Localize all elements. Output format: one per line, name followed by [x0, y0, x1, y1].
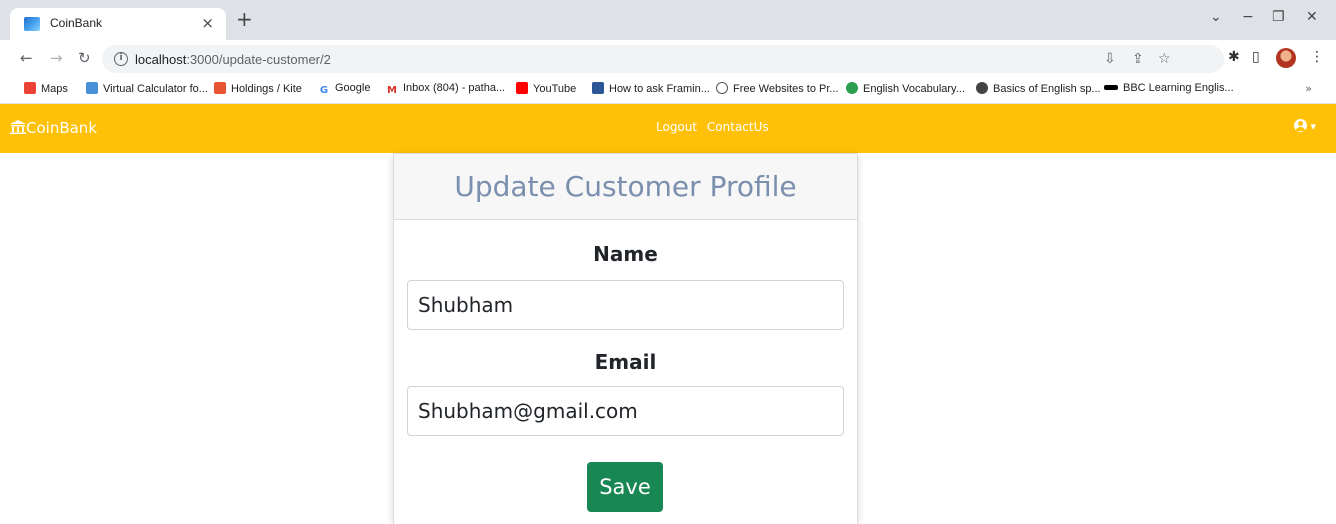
restore-icon[interactable]: ❐ — [1272, 9, 1285, 25]
bookmark-star-icon[interactable]: ☆ — [1158, 51, 1171, 67]
bookmark-item[interactable]: Free Websites to Pr... — [716, 82, 839, 95]
url-text[interactable]: localhost:3000/update-customer/2 — [135, 52, 331, 67]
bookmarks-overflow-icon[interactable]: » — [1305, 82, 1312, 95]
bookmark-item[interactable]: BBC Learning Englis... — [1104, 82, 1234, 94]
bookmark-item[interactable]: Maps — [24, 82, 68, 95]
update-profile-card: Update Customer Profile Name Shubham Ema… — [393, 153, 858, 524]
page-title: Update Customer Profile — [454, 170, 797, 203]
google-icon: G — [319, 85, 329, 96]
gmail-icon: M — [387, 85, 397, 96]
bookmark-label: English Vocabulary... — [863, 83, 965, 95]
nav-contactus[interactable]: ContactUs — [707, 120, 769, 134]
bookmark-item[interactable]: English Vocabulary... — [846, 82, 965, 95]
name-label: Name — [593, 242, 658, 266]
bookmark-label: How to ask Framin... — [609, 83, 710, 95]
bookmark-item[interactable]: M Inbox (804) - patha... — [386, 82, 505, 97]
bookmark-item[interactable]: Basics of English sp... — [976, 82, 1101, 95]
bookmark-label: Google — [335, 82, 371, 94]
url-host: localhost — [135, 52, 187, 67]
address-bar[interactable]: i localhost:3000/update-customer/2 ⇩ ⇪ ☆ — [102, 45, 1224, 73]
maps-icon — [24, 82, 36, 94]
bookmark-label: BBC Learning Englis... — [1123, 82, 1234, 94]
app-navbar: CoinBank Logout ContactUs ▾ — [0, 104, 1336, 153]
extensions-icon[interactable]: ✱ — [1228, 49, 1240, 65]
globe-icon — [976, 82, 988, 94]
globe-icon — [846, 82, 858, 94]
nav-logout[interactable]: Logout — [656, 120, 697, 134]
site-info-icon[interactable]: i — [114, 52, 128, 66]
card-header: Update Customer Profile — [394, 154, 857, 220]
browser-tab[interactable]: CoinBank × — [10, 8, 226, 40]
back-icon[interactable]: ← — [20, 49, 33, 67]
name-field[interactable]: Shubham — [407, 280, 844, 330]
chevron-down-icon: ▾ — [1310, 120, 1316, 133]
bookmark-item[interactable]: Holdings / Kite — [214, 82, 302, 95]
bookmark-label: Basics of English sp... — [993, 83, 1101, 95]
email-label: Email — [594, 350, 657, 374]
youtube-icon — [516, 82, 528, 94]
install-app-icon[interactable]: ⇩ — [1104, 51, 1116, 67]
browser-toolbar: ← → ↻ i localhost:3000/update-customer/2… — [0, 40, 1336, 76]
bookmarks-bar: Maps Virtual Calculator fo... Holdings /… — [0, 76, 1336, 104]
kite-icon — [214, 82, 226, 94]
bookmark-label: Holdings / Kite — [231, 83, 302, 95]
reload-icon[interactable]: ↻ — [78, 49, 91, 67]
globe-icon — [716, 82, 728, 94]
framer-icon — [592, 82, 604, 94]
url-path: :3000/update-customer/2 — [186, 52, 331, 67]
tab-title: CoinBank — [50, 16, 103, 30]
coinbank-favicon-icon — [24, 17, 40, 31]
brand-link[interactable]: CoinBank — [10, 119, 97, 137]
bookmark-label: Free Websites to Pr... — [733, 83, 839, 95]
bookmark-item[interactable]: YouTube — [516, 82, 576, 95]
nav-links: Logout ContactUs — [656, 120, 775, 134]
tab-search-icon[interactable]: ⌄ — [1210, 9, 1222, 25]
forward-icon[interactable]: → — [50, 49, 63, 67]
user-menu-dropdown[interactable]: ▾ — [1293, 119, 1316, 133]
calculator-icon — [86, 82, 98, 94]
new-tab-button[interactable]: + — [236, 9, 253, 29]
bbc-icon — [1104, 85, 1118, 90]
bookmark-label: Virtual Calculator fo... — [103, 83, 208, 95]
menu-dots-icon[interactable]: ⋮ — [1310, 49, 1324, 65]
bookmark-item[interactable]: Virtual Calculator fo... — [86, 82, 208, 95]
tab-close-icon[interactable]: × — [201, 14, 214, 32]
user-icon — [1293, 119, 1307, 132]
bookmark-label: Maps — [41, 83, 68, 95]
side-panel-icon[interactable]: ▯ — [1252, 49, 1260, 65]
browser-tabstrip: CoinBank × + ⌄ − ❐ ✕ — [0, 0, 1336, 40]
minimize-icon[interactable]: − — [1242, 9, 1254, 25]
profile-avatar[interactable] — [1276, 48, 1296, 68]
brand-name: CoinBank — [26, 119, 98, 137]
share-icon[interactable]: ⇪ — [1132, 51, 1144, 67]
bookmark-item[interactable]: How to ask Framin... — [592, 82, 710, 95]
bookmark-label: Inbox (804) - patha... — [403, 82, 506, 94]
close-window-icon[interactable]: ✕ — [1306, 9, 1318, 25]
bookmark-label: YouTube — [533, 83, 577, 95]
email-field[interactable]: Shubham@gmail.com — [407, 386, 844, 436]
save-button[interactable]: Save — [587, 462, 663, 512]
bank-icon — [10, 120, 26, 134]
bookmark-item[interactable]: G Google — [318, 82, 371, 97]
